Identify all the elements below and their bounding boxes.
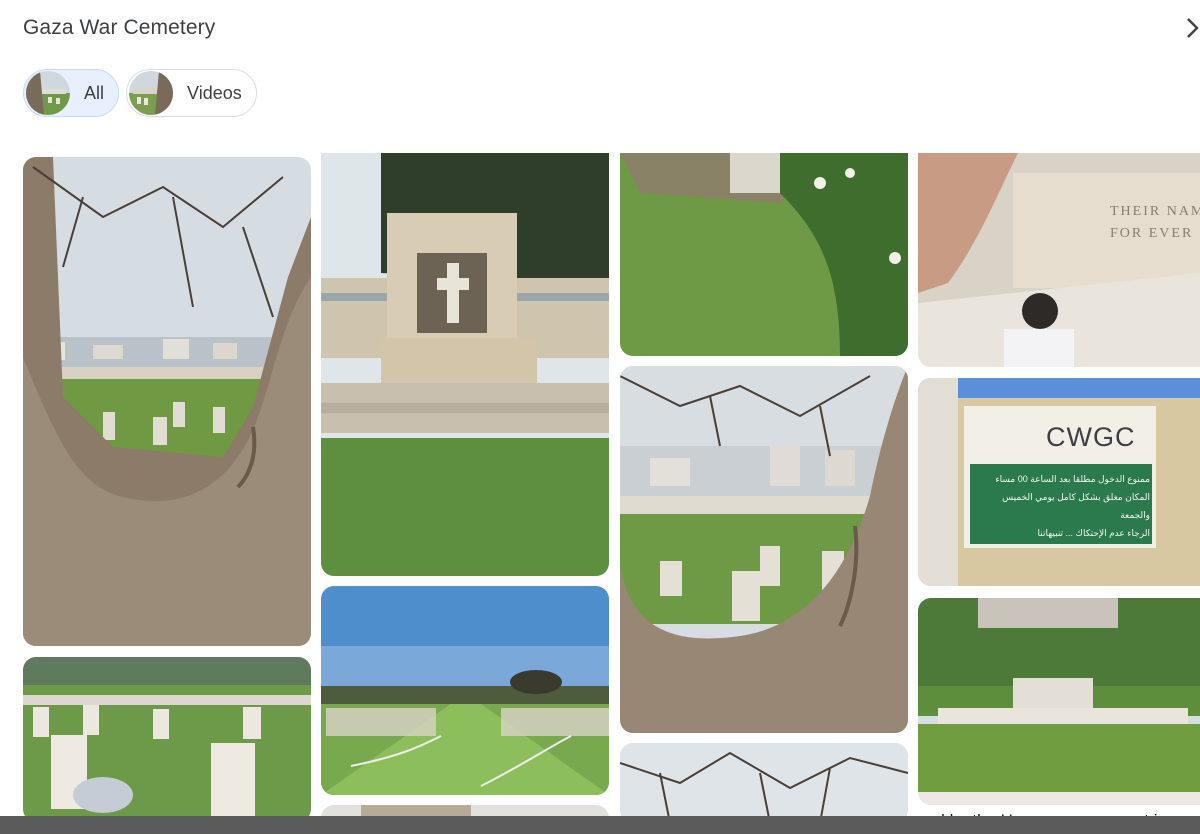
photo-cemetery-avenue[interactable]: [321, 586, 609, 795]
page-title: Gaza War Cemetery: [23, 16, 216, 39]
filter-chip-all[interactable]: All: [23, 69, 120, 117]
sign-line: المكان مغلق بشكل كامل يومي الخميس والجمع…: [1002, 492, 1150, 520]
photo-grass-plants[interactable]: [620, 153, 908, 356]
chevron-right-icon[interactable]: [1182, 14, 1200, 42]
filter-chips: All Videos: [23, 69, 257, 117]
photo-cross-of-sacrifice-memorial[interactable]: [321, 153, 609, 576]
filter-chip-videos[interactable]: Videos: [126, 69, 257, 117]
photo-memorial-garden[interactable]: [918, 598, 1200, 805]
sign-line: ممنوع الدخول مطلقا بعد الساعة 00 مساء: [995, 474, 1150, 484]
chip-thumbnail: [26, 71, 70, 115]
photo-cwgc-sign[interactable]: CWGC ممنوع الدخول مطلقا بعد الساعة 00 مس…: [918, 378, 1200, 586]
photo-tree-frame-headstones[interactable]: [620, 366, 908, 733]
photo-tree-frame-cemetery[interactable]: [23, 157, 311, 646]
bottom-bar: [0, 816, 1200, 834]
photo-memorial-stone-child[interactable]: THEIR NAME FOR EVER: [918, 153, 1200, 367]
cwgc-logo-text: CWGC: [1046, 422, 1136, 452]
sign-line: الرجاء عدم الإحتكاك ... تنبيهاتنا: [1037, 528, 1150, 538]
chip-thumbnail: [129, 71, 174, 115]
photo-headstones-row[interactable]: [23, 657, 311, 822]
filter-chip-label: Videos: [187, 82, 242, 103]
memorial-inscription: THEIR NAME FOR EVER: [1110, 204, 1200, 241]
filter-chip-label: All: [84, 82, 105, 103]
sign-arabic-text: ممنوع الدخول مطلقا بعد الساعة 00 مساء ال…: [974, 470, 1150, 542]
photo-branches-partial[interactable]: [620, 743, 908, 823]
